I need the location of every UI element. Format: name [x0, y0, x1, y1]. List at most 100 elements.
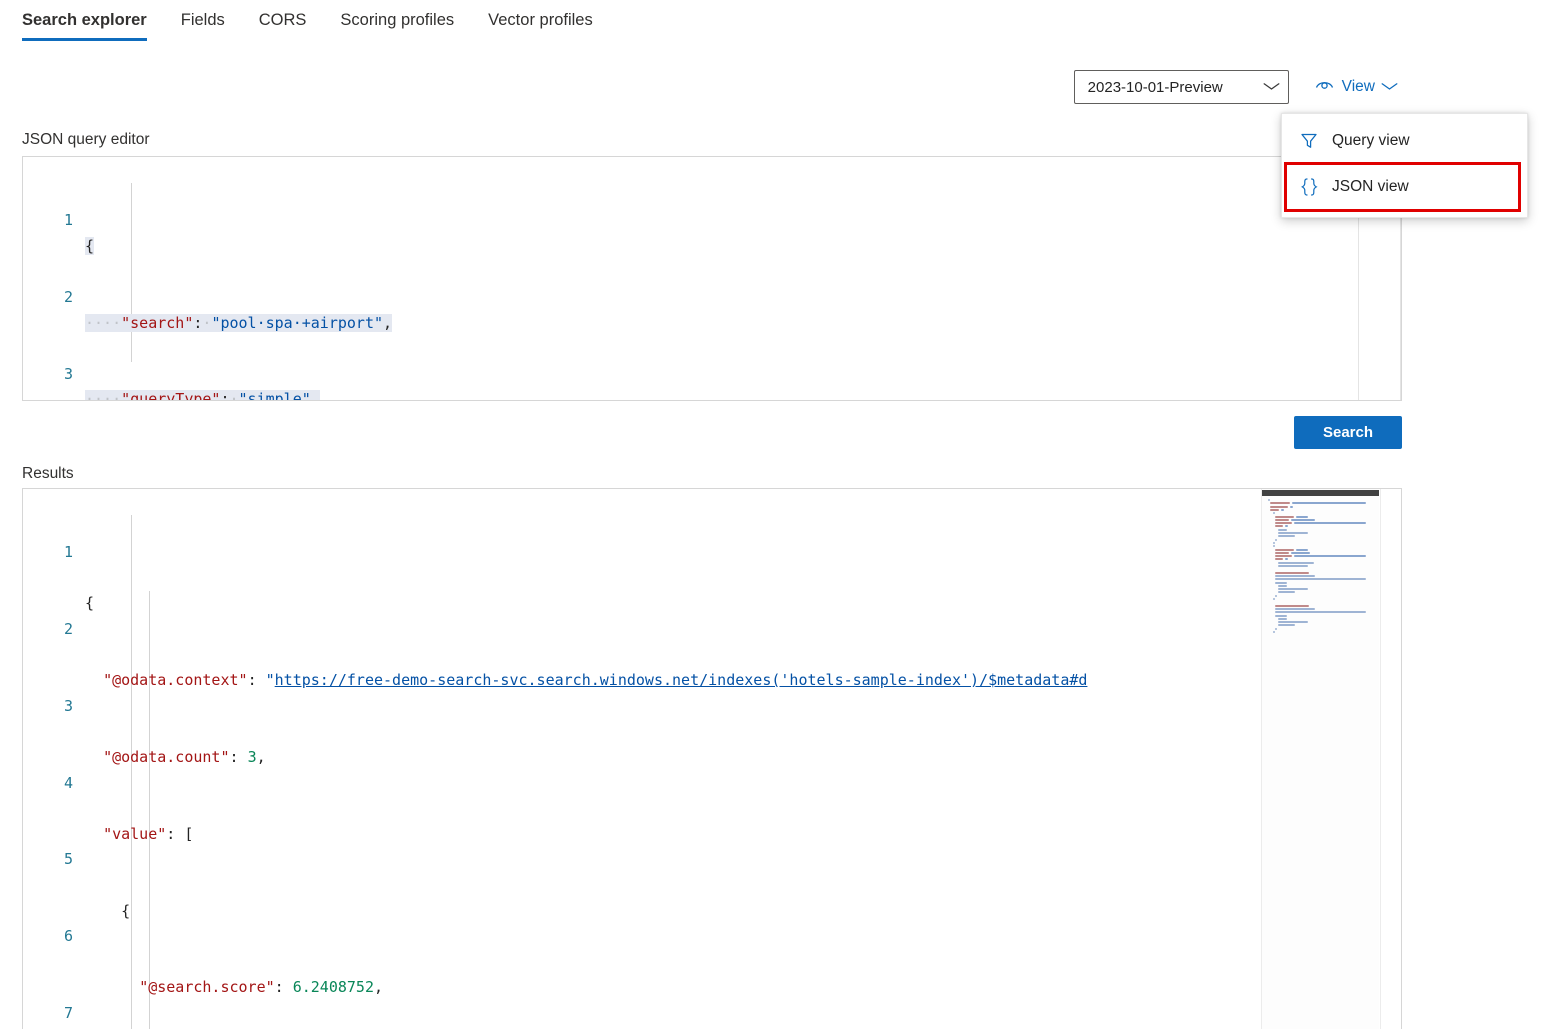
line-number: 4 — [63, 773, 73, 792]
line-number: 6 — [63, 927, 73, 946]
code-line: "@search.score": 6.2408752, — [139, 978, 384, 997]
minimap-line — [1275, 551, 1290, 554]
json-query-editor-panel[interactable]: 1 2 3 4 5 6 7 8 9 10 { ····"search":·"po… — [22, 156, 1402, 401]
minimap-line — [1275, 614, 1287, 617]
minimap-line — [1289, 505, 1293, 508]
menu-item-json-view[interactable]: JSON view — [1284, 162, 1521, 212]
minimap-line — [1277, 584, 1287, 587]
tab-label: CORS — [258, 11, 307, 29]
minimap-line — [1275, 518, 1290, 521]
tab-vector-profiles[interactable]: Vector profiles — [488, 0, 593, 30]
minimap-line — [1275, 611, 1366, 614]
results-line-numbers: 1 2 3 4 5 6 7 8 9 10 11 12 13 14 15 16 1… — [23, 489, 85, 1029]
minimap-line — [1272, 631, 1276, 633]
braces-icon — [1300, 177, 1318, 197]
search-button[interactable]: Search — [1294, 416, 1402, 449]
minimap-line — [1270, 508, 1280, 511]
query-editor-line-numbers: 1 2 3 4 5 6 7 8 9 10 — [23, 157, 85, 400]
minimap-line — [1275, 548, 1295, 551]
minimap-line — [1296, 548, 1309, 551]
minimap-line — [1270, 505, 1288, 508]
minimap-line — [1277, 617, 1287, 620]
minimap-line — [1277, 591, 1296, 594]
minimap-line — [1277, 532, 1308, 534]
minimap-line — [1272, 512, 1275, 515]
code-line: "@odata.count": 3, — [103, 747, 266, 766]
api-version-dropdown[interactable]: 2023-10-01-Preview — [1073, 70, 1289, 104]
minimap-scroll-thumb[interactable] — [1262, 490, 1379, 496]
line-number: 3 — [63, 696, 73, 715]
line-number: 3 — [63, 364, 73, 383]
minimap-line — [1293, 522, 1366, 525]
tab-label: Scoring profiles — [340, 11, 455, 29]
line-number: 1 — [63, 211, 73, 230]
results-code[interactable]: { "@odata.context": "https://free-demo-s… — [85, 489, 1401, 1029]
menu-item-query-view[interactable]: Query view — [1282, 118, 1527, 164]
code-line: { — [85, 236, 95, 255]
minimap-line — [1277, 565, 1308, 567]
minimap-line — [1277, 624, 1296, 627]
minimap-line — [1275, 578, 1366, 581]
minimap-line — [1275, 604, 1309, 607]
code-line: "value": [ — [103, 824, 194, 843]
code-line: { — [85, 901, 131, 920]
api-version-value: 2023-10-01-Preview — [1087, 78, 1223, 96]
menu-item-label: JSON view — [1332, 178, 1409, 195]
minimap-line — [1275, 594, 1278, 597]
results-panel[interactable]: 1 2 3 4 5 6 7 8 9 10 11 12 13 14 15 16 1… — [22, 488, 1402, 1029]
tab-fields[interactable]: Fields — [181, 0, 225, 30]
line-number: 1 — [63, 543, 73, 562]
line-number: 7 — [63, 1003, 73, 1022]
query-editor-code[interactable]: { ····"search":·"pool·spa·+airport", ···… — [85, 157, 1401, 400]
chevron-down-icon — [1262, 80, 1280, 94]
minimap-line — [1268, 499, 1270, 501]
code-line: ····"queryType":·"simple", — [85, 387, 1401, 400]
minimap-line — [1277, 561, 1314, 564]
minimap-line — [1291, 518, 1315, 521]
minimap-line — [1275, 571, 1309, 574]
tab-label: Fields — [180, 11, 225, 29]
minimap-line — [1275, 581, 1287, 584]
minimap-line — [1291, 551, 1310, 554]
minimap-line — [1272, 541, 1276, 544]
minimap-line — [1270, 502, 1291, 505]
minimap-line — [1275, 627, 1278, 630]
minimap-line — [1284, 525, 1288, 528]
minimap-line — [1275, 522, 1292, 525]
minimap-line — [1277, 528, 1287, 531]
line-number: 2 — [63, 287, 73, 306]
toolbar: 2023-10-01-Preview View — [1073, 70, 1546, 104]
minimap-line — [1281, 508, 1285, 511]
tab-bar: Search explorer Fields CORS Scoring prof… — [0, 0, 1546, 44]
view-dropdown-menu: Query view JSON view — [1281, 113, 1528, 218]
minimap-line — [1275, 555, 1292, 558]
minimap-line — [1284, 558, 1288, 561]
minimap-line — [1277, 621, 1308, 624]
minimap-line — [1293, 555, 1366, 558]
minimap-line — [1275, 574, 1316, 577]
tab-label: Search explorer — [22, 11, 147, 29]
code-line: ····"search":·"pool·spa·+airport", — [85, 313, 393, 332]
tab-cors[interactable]: CORS — [259, 0, 307, 30]
minimap-line — [1272, 545, 1275, 548]
code-line: { — [85, 594, 95, 613]
minimap-line — [1292, 502, 1366, 505]
menu-item-label: Query view — [1332, 132, 1410, 149]
filter-icon — [1300, 132, 1318, 150]
minimap-line — [1275, 525, 1283, 528]
eye-icon — [1315, 78, 1334, 97]
view-button[interactable]: View — [1315, 78, 1398, 97]
line-number: 2 — [63, 619, 73, 638]
chevron-down-icon — [1380, 80, 1398, 94]
results-scroll-track[interactable] — [1380, 489, 1401, 1029]
tab-scoring-profiles[interactable]: Scoring profiles — [340, 0, 454, 30]
json-query-editor-label: JSON query editor — [22, 131, 150, 148]
tab-search-explorer[interactable]: Search explorer — [22, 0, 147, 41]
results-minimap[interactable] — [1261, 489, 1379, 1029]
minimap-line — [1277, 535, 1296, 538]
minimap-line — [1275, 558, 1283, 561]
tab-label: Vector profiles — [488, 11, 593, 29]
code-line: "@odata.context": "https://free-demo-sea… — [103, 671, 1088, 690]
minimap-line — [1275, 607, 1316, 610]
minimap-line — [1296, 515, 1309, 518]
